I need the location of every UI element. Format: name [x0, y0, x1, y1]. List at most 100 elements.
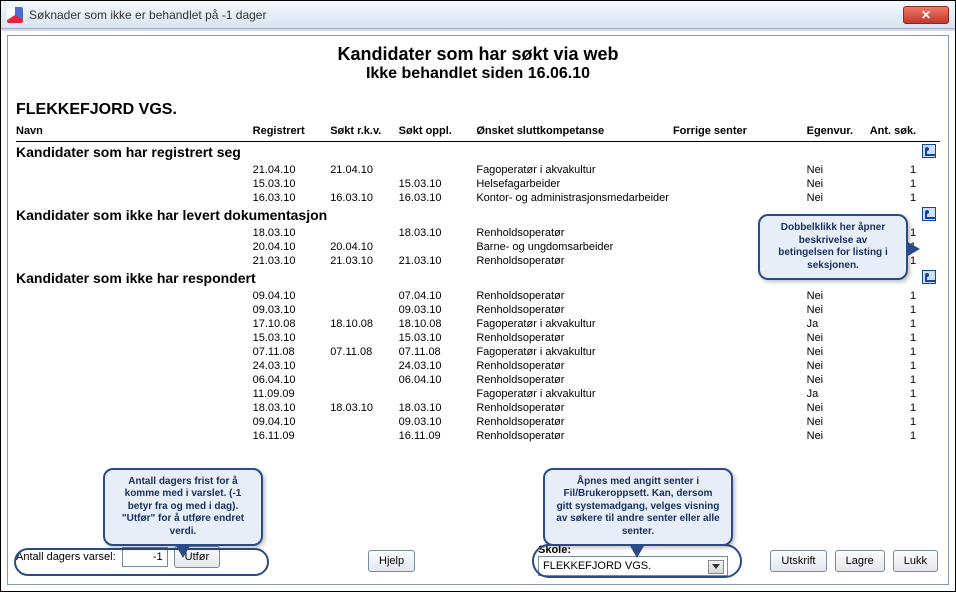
cell-blank: [920, 429, 940, 443]
cell-rkv: [330, 415, 398, 429]
table-row[interactable]: 11.09.09Fagoperatør i akvakulturJa1: [16, 387, 940, 401]
section-info-icon[interactable]: [922, 207, 936, 221]
cell-reg: 15.03.10: [253, 331, 331, 345]
cell-rkv: [330, 373, 398, 387]
cell-blank: [920, 359, 940, 373]
cell-blank: [920, 289, 940, 303]
center-name: FLEKKEFJORD VGS.: [16, 101, 940, 119]
cell-reg: 09.04.10: [253, 289, 331, 303]
cell-navn: [16, 359, 253, 373]
callout-days-warning: Antall dagers frist for å komme med i va…: [103, 468, 263, 547]
cell-oppl: 07.04.10: [399, 289, 477, 303]
app-icon: [7, 7, 23, 23]
cell-forr: [673, 429, 807, 443]
cell-egen: Ja: [807, 317, 866, 331]
cell-reg: 09.04.10: [253, 415, 331, 429]
callout-section-info: Dobbelklikk her åpner beskrivelse av bet…: [758, 214, 908, 280]
table-row[interactable]: 09.04.1009.03.10RenholdsoperatørNei1: [16, 415, 940, 429]
table-row[interactable]: 18.03.1018.03.1018.03.10Renholdsoperatør…: [16, 401, 940, 415]
cell-ant: 1: [866, 303, 921, 317]
cell-ant: 1: [866, 177, 921, 191]
cell-slutt: Fagoperatør i akvakultur: [476, 163, 673, 177]
section-header-row: Kandidater som har registrert seg: [16, 142, 940, 164]
cell-oppl: [399, 387, 477, 401]
cell-forr: [673, 401, 807, 415]
cell-egen: Nei: [807, 289, 866, 303]
cell-blank: [920, 163, 940, 177]
table-row[interactable]: 15.03.1015.03.10HelsefagarbeiderNei1: [16, 177, 940, 191]
cell-oppl: [399, 163, 477, 177]
table-row[interactable]: 09.04.1007.04.10RenholdsoperatørNei1: [16, 289, 940, 303]
page-subtitle: Ikke behandlet siden 16.06.10: [16, 65, 940, 83]
cell-reg: 09.03.10: [253, 303, 331, 317]
callout-skole: Åpnes med angitt senter i Fil/Brukeropps…: [543, 468, 733, 547]
cell-slutt: Renholdsoperatør: [476, 429, 673, 443]
cell-reg: 18.03.10: [253, 226, 331, 240]
cell-forr: [673, 303, 807, 317]
cell-oppl: 18.03.10: [399, 401, 477, 415]
table-row[interactable]: 16.03.1016.03.1016.03.10Kontor- og admin…: [16, 191, 940, 205]
table-row[interactable]: 09.03.1009.03.10RenholdsoperatørNei1: [16, 303, 940, 317]
cell-rkv: [330, 289, 398, 303]
cell-reg: 07.11.08: [253, 345, 331, 359]
cell-forr: [673, 415, 807, 429]
col-forrige-senter: Forrige senter: [673, 123, 807, 142]
cell-slutt: Renholdsoperatør: [476, 226, 673, 240]
cell-ant: 1: [866, 401, 921, 415]
cell-navn: [16, 331, 253, 345]
cell-reg: 21.03.10: [253, 254, 331, 268]
cell-navn: [16, 289, 253, 303]
table-row[interactable]: 07.11.0807.11.0807.11.08Fagoperatør i ak…: [16, 345, 940, 359]
col-navn: Navn: [16, 123, 253, 142]
cell-ant: 1: [866, 415, 921, 429]
cell-reg: 16.11.09: [253, 429, 331, 443]
cell-egen: Nei: [807, 415, 866, 429]
cell-navn: [16, 429, 253, 443]
cell-navn: [16, 303, 253, 317]
section-info-icon[interactable]: [922, 144, 936, 158]
cell-egen: Nei: [807, 191, 866, 205]
cell-reg: 18.03.10: [253, 401, 331, 415]
window-title: Søknader som ikke er behandlet på -1 dag…: [29, 8, 266, 22]
cell-oppl: 15.03.10: [399, 177, 477, 191]
cell-slutt: Renholdsoperatør: [476, 331, 673, 345]
cell-slutt: Fagoperatør i akvakultur: [476, 387, 673, 401]
table-row[interactable]: 15.03.1015.03.10RenholdsoperatørNei1: [16, 331, 940, 345]
cell-rkv: [330, 429, 398, 443]
table-row[interactable]: 21.04.1021.04.10Fagoperatør i akvakultur…: [16, 163, 940, 177]
section-info-icon[interactable]: [922, 270, 936, 284]
table-row[interactable]: 06.04.1006.04.10RenholdsoperatørNei1: [16, 373, 940, 387]
window-close-button[interactable]: ✕: [903, 6, 949, 24]
table-row[interactable]: 17.10.0818.10.0818.10.08Fagoperatør i ak…: [16, 317, 940, 331]
cell-blank: [920, 415, 940, 429]
cell-egen: Nei: [807, 163, 866, 177]
table-row[interactable]: 16.11.0916.11.09RenholdsoperatørNei1: [16, 429, 940, 443]
cell-rkv: [330, 387, 398, 401]
cell-forr: [673, 163, 807, 177]
cell-rkv: 21.03.10: [330, 254, 398, 268]
cell-egen: Nei: [807, 359, 866, 373]
cell-oppl: 09.03.10: [399, 415, 477, 429]
cell-forr: [673, 289, 807, 303]
cell-blank: [920, 373, 940, 387]
table-row[interactable]: 24.03.1024.03.10RenholdsoperatørNei1: [16, 359, 940, 373]
col-registrert: Registrert: [253, 123, 331, 142]
cell-ant: 1: [866, 289, 921, 303]
cell-forr: [673, 345, 807, 359]
cell-slutt: Renholdsoperatør: [476, 303, 673, 317]
cell-slutt: Fagoperatør i akvakultur: [476, 345, 673, 359]
titlebar: Søknader som ikke er behandlet på -1 dag…: [1, 1, 955, 29]
cell-reg: 20.04.10: [253, 240, 331, 254]
cell-rkv: [330, 226, 398, 240]
cell-forr: [673, 387, 807, 401]
scroll-area[interactable]: Kandidater som har søkt via web Ikke beh…: [8, 36, 948, 584]
cell-blank: [920, 345, 940, 359]
cell-oppl: 18.03.10: [399, 226, 477, 240]
col-info-icon: [920, 123, 940, 142]
cell-navn: [16, 191, 253, 205]
cell-reg: 06.04.10: [253, 373, 331, 387]
cell-rkv: [330, 359, 398, 373]
cell-ant: 1: [866, 345, 921, 359]
cell-oppl: 24.03.10: [399, 359, 477, 373]
cell-reg: 17.10.08: [253, 317, 331, 331]
